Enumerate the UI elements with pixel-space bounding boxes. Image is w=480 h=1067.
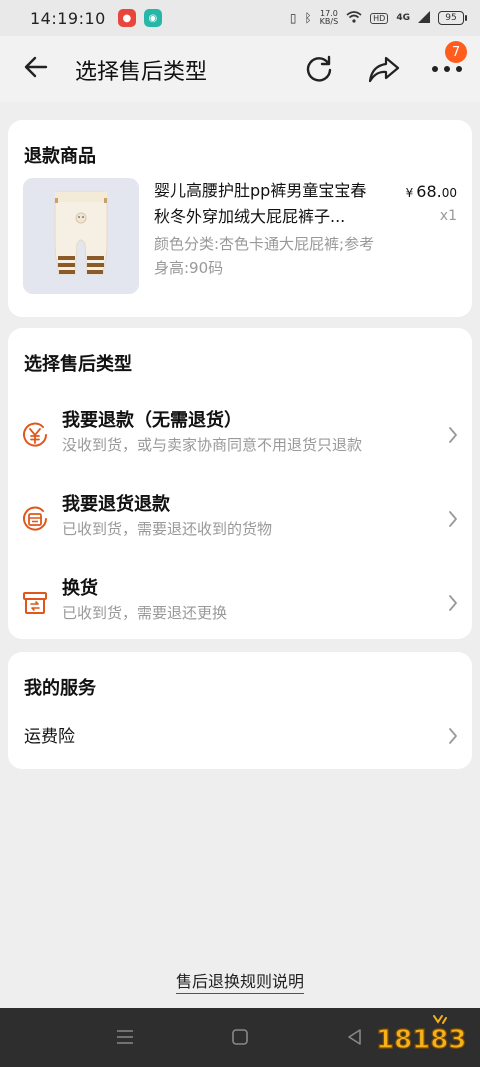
status-bar: 14:19:10 ● ◉ ▯ ᛒ 17.0 KB/S HD 4G 95 xyxy=(0,0,480,36)
menu-icon[interactable] xyxy=(116,1028,134,1046)
vibrate-icon: ▯ xyxy=(289,11,297,25)
watermark-logo: 18183 xyxy=(375,1015,467,1056)
option-title: 换货 xyxy=(62,578,98,599)
wifi-icon xyxy=(346,10,362,26)
chat-notification-icon: ◉ xyxy=(143,9,162,27)
yen-circle-icon xyxy=(23,422,47,447)
option-refund-only[interactable]: 我要退款（无需退货） 没收到货，或与卖家协商同意不用退货只退款 xyxy=(8,400,472,470)
chevron-right-icon xyxy=(449,728,457,744)
service-label: 运费险 xyxy=(24,727,75,747)
product-image[interactable] xyxy=(23,178,139,294)
battery-level: 95 xyxy=(445,13,457,23)
after-sale-rules-link[interactable]: 售后退换规则说明 xyxy=(175,972,304,994)
product-spec: 颜色分类:杏色卡通大屁屁裤;参考身高:90码 xyxy=(154,235,375,277)
after-sale-type-card: 选择售后类型 我要退款（无需退货） 没收到货，或与卖家协商同意不用退货只退款 我… xyxy=(8,328,472,639)
price-symbol: ¥ xyxy=(405,186,414,200)
product-price: ¥ 68. 00 xyxy=(406,182,457,201)
hd-badge: HD xyxy=(370,12,389,24)
status-time: 14:19:10 xyxy=(30,8,106,28)
option-title: 我要退货退款 xyxy=(62,494,170,515)
option-desc: 已收到货，需要退还更换 xyxy=(62,604,228,622)
option-return-refund[interactable]: 我要退货退款 已收到货，需要退还收到的货物 xyxy=(8,484,472,554)
signal-label: 4G xyxy=(396,13,410,23)
refund-product-title: 退款商品 xyxy=(24,146,96,167)
notification-badge: 7 xyxy=(445,41,467,63)
product-quantity: x1 xyxy=(439,208,457,224)
navigation-bar: 选择售后类型 7 xyxy=(0,36,480,102)
signal-icon xyxy=(418,10,430,26)
refund-product-card: 退款商品 婴儿高腰护肚pp裤男童宝宝春秋冬外穿加绒大屁屁裤子... 颜色分类:杏… xyxy=(8,120,472,317)
app-notification-icon: ● xyxy=(117,9,136,27)
status-indicators: ▯ ᛒ 17.0 KB/S HD 4G 95 xyxy=(289,9,467,26)
baby-pants-image xyxy=(23,178,139,294)
page-title: 选择售后类型 xyxy=(75,60,208,85)
my-services-card: 我的服务 运费险 xyxy=(8,652,472,769)
chevron-right-icon xyxy=(449,595,457,611)
back-triangle-icon[interactable] xyxy=(346,1028,364,1046)
back-arrow-icon[interactable] xyxy=(22,53,50,81)
option-exchange[interactable]: 换货 已收到货，需要退还更换 xyxy=(8,568,472,638)
after-sale-type-title: 选择售后类型 xyxy=(24,354,132,375)
chevron-right-icon xyxy=(449,427,457,443)
price-decimal: 00 xyxy=(441,186,457,200)
my-services-title: 我的服务 xyxy=(24,678,96,699)
svg-text:18183: 18183 xyxy=(376,1025,466,1055)
product-name[interactable]: 婴儿高腰护肚pp裤男童宝宝春秋冬外穿加绒大屁屁裤子... xyxy=(154,178,382,230)
price-integer: 68. xyxy=(416,182,442,201)
option-desc: 已收到货，需要退还收到的货物 xyxy=(62,520,273,538)
option-desc: 没收到货，或与卖家协商同意不用退货只退款 xyxy=(62,436,363,454)
chevron-right-icon xyxy=(449,511,457,527)
return-box-icon xyxy=(23,506,47,531)
rules-link-container: 售后退换规则说明 xyxy=(0,968,480,994)
home-icon[interactable] xyxy=(231,1028,249,1046)
bluetooth-icon: ᛒ xyxy=(304,11,312,25)
more-icon[interactable] xyxy=(430,63,464,75)
battery-icon: 95 xyxy=(438,11,467,25)
share-icon[interactable] xyxy=(368,54,400,84)
exchange-box-icon xyxy=(23,592,47,614)
freight-insurance-row[interactable]: 运费险 xyxy=(8,714,472,758)
network-speed: 17.0 KB/S xyxy=(319,9,339,26)
option-title: 我要退款（无需退货） xyxy=(62,410,242,431)
refresh-icon[interactable] xyxy=(304,54,334,84)
